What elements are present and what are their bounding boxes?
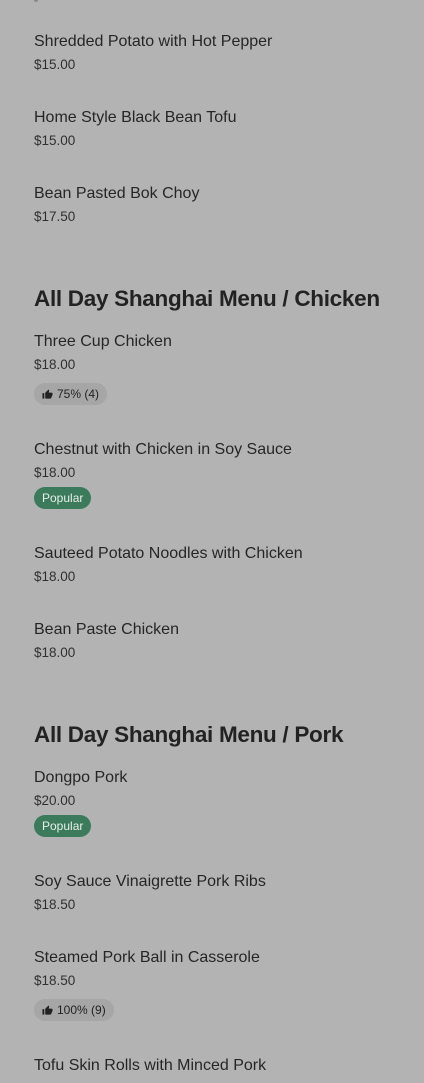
menu-item[interactable]: Sauteed Potato Noodles with Chicken $18.… — [34, 544, 404, 585]
menu-item-name: Shredded Potato with Hot Pepper — [34, 33, 273, 50]
menu-item[interactable]: Tofu Skin Rolls with Minced Pork — [34, 1056, 404, 1081]
menu-item-name: Bean Paste Chicken — [34, 621, 179, 638]
menu-item-name: Bean Pasted Bok Choy — [34, 185, 200, 202]
menu-item-price: $18.00 — [34, 465, 76, 480]
menu-item-name: Tofu Skin Rolls with Minced Pork — [34, 1057, 267, 1074]
menu-item-name: Three Cup Chicken — [34, 333, 172, 350]
menu-item[interactable]: Bean Paste Chicken $18.00 — [34, 620, 404, 661]
menu-item-name: Dongpo Pork — [34, 769, 128, 786]
clipped-item-remnant — [34, 0, 38, 2]
menu-item-name: Soy Sauce Vinaigrette Pork Ribs — [34, 873, 266, 890]
menu-item[interactable]: Soy Sauce Vinaigrette Pork Ribs $18.50 — [34, 872, 404, 913]
section-title-pork: All Day Shanghai Menu / Pork — [34, 722, 344, 747]
section-title-chicken: All Day Shanghai Menu / Chicken — [34, 286, 380, 311]
menu-item-price: $20.00 — [34, 793, 76, 808]
menu-item-name: Steamed Pork Ball in Casserole — [34, 949, 260, 966]
menu-item[interactable]: Dongpo Pork $20.00 Popular — [34, 768, 404, 837]
thumbs-up-icon — [42, 388, 53, 400]
menu-item-name: Sauteed Potato Noodles with Chicken — [34, 545, 303, 562]
menu-item-name: Chestnut with Chicken in Soy Sauce — [34, 441, 292, 458]
menu-item[interactable]: Bean Pasted Bok Choy $17.50 — [34, 184, 404, 225]
menu-list: Shredded Potato with Hot Pepper $15.00 H… — [0, 0, 424, 1083]
menu-item-price: $18.00 — [34, 645, 76, 660]
rating-text: 100% (9) — [57, 1003, 106, 1017]
menu-item[interactable]: Shredded Potato with Hot Pepper $15.00 — [34, 32, 404, 73]
menu-item-price: $18.00 — [34, 357, 76, 372]
menu-item-price: $18.50 — [34, 973, 76, 988]
menu-item[interactable]: Steamed Pork Ball in Casserole $18.50 10… — [34, 948, 404, 1021]
menu-item-price: $15.00 — [34, 133, 76, 148]
thumbs-up-icon — [42, 1004, 53, 1016]
menu-item-price: $18.00 — [34, 569, 76, 584]
rating-text: 75% (4) — [57, 387, 100, 401]
menu-item-price: $17.50 — [34, 209, 76, 224]
popular-badge: Popular — [34, 487, 92, 509]
rating-badge: 75% (4) — [34, 383, 108, 405]
popular-badge: Popular — [34, 815, 92, 837]
menu-item-price: $15.00 — [34, 57, 76, 72]
menu-item[interactable]: Chestnut with Chicken in Soy Sauce $18.0… — [34, 440, 404, 509]
menu-item-price: $18.50 — [34, 897, 76, 912]
menu-item[interactable]: Home Style Black Bean Tofu $15.00 — [34, 108, 404, 149]
rating-badge: 100% (9) — [34, 999, 114, 1021]
menu-item-name: Home Style Black Bean Tofu — [34, 109, 237, 126]
menu-item[interactable]: Three Cup Chicken $18.00 75% (4) — [34, 332, 404, 405]
